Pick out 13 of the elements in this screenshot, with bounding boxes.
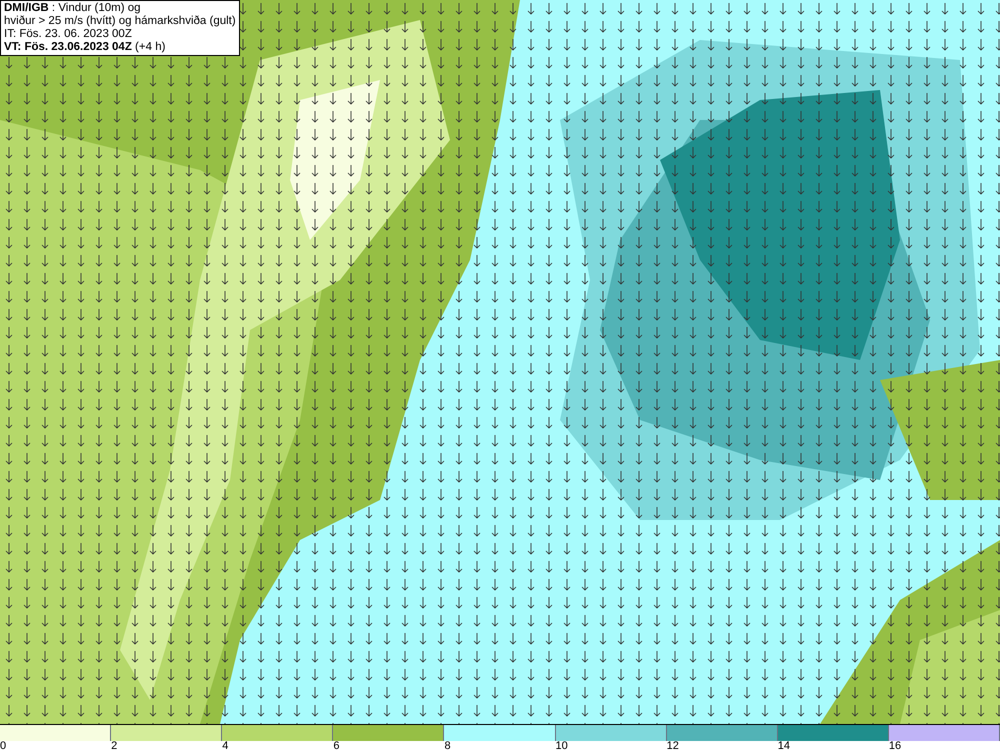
title-line: IT: Fös. 23. 06. 2023 00Z bbox=[4, 28, 133, 41]
legend-label: 0 bbox=[0, 740, 6, 752]
title-line: hviður > 25 m/s (hvítt) og hámarkshviða (gult) bbox=[4, 15, 236, 28]
legend-label: 6 bbox=[333, 740, 340, 752]
legend-label: 14 bbox=[778, 740, 790, 752]
legend-label: 8 bbox=[444, 740, 451, 752]
title-line: DMI/IGB : Vindur (10m) og bbox=[4, 2, 142, 15]
title-line: VT: Fös. 23.06.2023 04Z (+4 h) bbox=[4, 41, 166, 54]
legend-label: 2 bbox=[111, 740, 118, 752]
legend-label: 4 bbox=[222, 740, 228, 752]
legend-label: 12 bbox=[666, 740, 679, 752]
legend-label: 16 bbox=[888, 740, 902, 752]
legend-label: 10 bbox=[556, 740, 568, 752]
